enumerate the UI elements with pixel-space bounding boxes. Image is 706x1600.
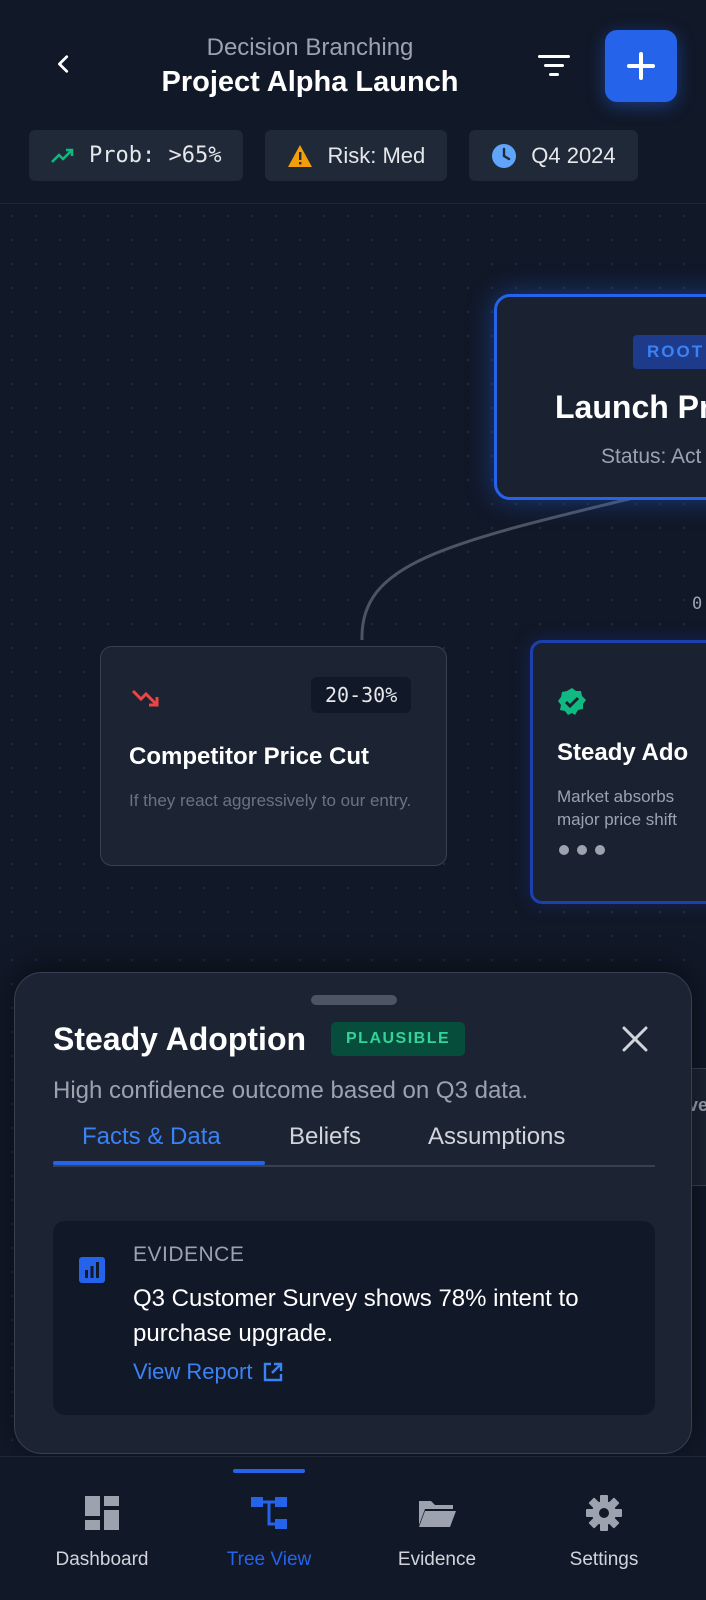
page-subtitle: Decision Branching — [206, 34, 414, 61]
trending-down-icon — [131, 689, 159, 707]
back-button[interactable] — [44, 44, 84, 84]
tab-facts-data[interactable]: Facts & Data — [82, 1123, 221, 1151]
status-badge: PLAUSIBLE — [331, 1022, 466, 1056]
node-title: Steady Ado — [557, 739, 689, 766]
external-link-icon — [264, 1362, 283, 1382]
evidence-text: Q3 Customer Survey shows 78% intent to p… — [133, 1285, 579, 1347]
root-node[interactable]: ROOT Launch Pr Status: Act — [494, 294, 706, 500]
plus-icon — [627, 52, 655, 80]
trending-up-icon — [51, 148, 74, 163]
tab-assumptions[interactable]: Assumptions — [428, 1123, 565, 1151]
nav-label: Evidence — [397, 1549, 477, 1570]
edge-label: 0 — [692, 594, 703, 614]
nav-label: Settings — [569, 1549, 639, 1570]
root-node-status: Status: Act — [601, 445, 702, 468]
view-report-label: View Report — [133, 1359, 253, 1384]
nav-item-tree-view[interactable]: Tree View — [181, 1457, 357, 1600]
nav-item-evidence[interactable]: Evidence — [349, 1457, 525, 1600]
bar-chart-icon — [79, 1257, 105, 1283]
sheet-title: Steady Adoption — [53, 1021, 307, 1057]
nav-item-dashboard[interactable]: Dashboard — [14, 1457, 190, 1600]
nav-item-settings[interactable]: Settings — [516, 1457, 692, 1600]
app-header: Decision Branching Project Alpha Launch … — [0, 0, 706, 204]
sheet-subtitle: High confidence outcome based on Q3 data… — [53, 1077, 528, 1104]
dashboard-icon — [85, 1496, 119, 1530]
filter-button[interactable] — [534, 46, 574, 86]
risk-chip[interactable]: Risk: Med — [265, 130, 448, 181]
evidence-card: EVIDENCE Q3 Customer Survey shows 78% in… — [53, 1221, 655, 1415]
add-node-button[interactable] — [605, 30, 677, 102]
folder-icon — [419, 1501, 456, 1527]
timeline-chip-label: Q4 2024 — [531, 142, 616, 168]
timeline-chip[interactable]: Q4 2024 — [469, 130, 638, 181]
branch-node-steady-adoption[interactable]: Steady Ado Market absorbs major price sh… — [530, 640, 706, 904]
view-report-link[interactable]: View Report — [133, 1359, 284, 1385]
summary-chips: Prob: >65% Risk: Med Q4 2024 — [29, 130, 638, 181]
bottom-navigation: Dashboard Tree View Evidence Settings — [0, 1456, 706, 1600]
tab-beliefs[interactable]: Beliefs — [289, 1123, 361, 1151]
risk-chip-label: Risk: Med — [327, 142, 426, 168]
node-detail-sheet: Steady Adoption PLAUSIBLE High confidenc… — [14, 972, 692, 1454]
chevron-left-icon — [58, 55, 69, 73]
probability-chip[interactable]: Prob: >65% — [29, 130, 244, 181]
node-description: Market absorbs major price shift — [557, 787, 677, 829]
branch-node-competitor-price-cut[interactable]: 20-30% Competitor Price Cut If they reac… — [100, 646, 447, 866]
node-title: Competitor Price Cut — [129, 743, 370, 770]
evidence-label: EVIDENCE — [133, 1243, 245, 1266]
filter-icon — [538, 55, 570, 76]
active-tab-indicator — [53, 1161, 265, 1165]
gear-icon — [586, 1495, 622, 1531]
root-node-title: Launch Pr — [555, 389, 706, 425]
warning-icon — [288, 144, 313, 167]
more-options[interactable] — [559, 845, 605, 855]
nav-label: Tree View — [226, 1549, 312, 1570]
verified-icon — [558, 688, 586, 715]
close-button[interactable] — [615, 1019, 655, 1059]
root-badge: ROOT — [633, 335, 706, 369]
sheet-drag-handle[interactable] — [311, 995, 397, 1005]
close-icon — [622, 1026, 648, 1052]
clock-icon — [492, 143, 517, 168]
probability-chip-label: Prob: >65% — [89, 143, 222, 168]
tree-icon — [251, 1497, 287, 1529]
probability-badge: 20-30% — [311, 677, 412, 713]
node-description: If they react aggressively to our entry. — [129, 791, 412, 810]
nav-label: Dashboard — [55, 1549, 149, 1570]
detail-tabs: Facts & Data Beliefs Assumptions — [53, 1113, 655, 1167]
page-title: Project Alpha Launch — [161, 66, 459, 98]
